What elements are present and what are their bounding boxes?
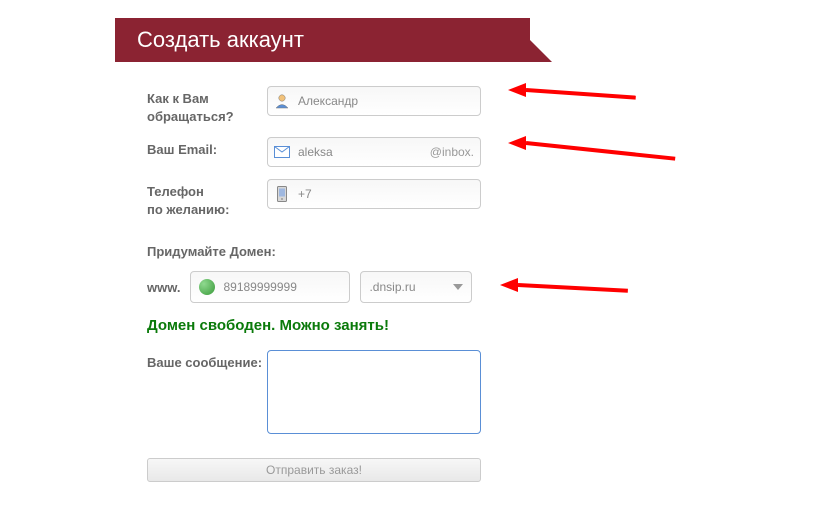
submit-button[interactable]: Отправить заказ!: [147, 458, 481, 482]
create-account-form: Как к Вам обращаться? Ваш Email: @inbox.…: [115, 86, 825, 482]
page-title: Создать аккаунт: [137, 27, 304, 53]
domain-section-title: Придумайте Домен:: [147, 244, 825, 259]
phone-row: Телефон по желанию:: [147, 179, 825, 218]
phone-label: Телефон по желанию:: [147, 179, 267, 218]
message-row: Ваше сообщение:: [147, 350, 825, 434]
submit-row: Отправить заказ!: [147, 458, 825, 482]
phone-field-wrap[interactable]: [267, 179, 481, 209]
tld-value: .dnsip.ru: [369, 280, 415, 294]
annotation-arrow-icon: [500, 280, 628, 290]
domain-input[interactable]: [223, 280, 341, 294]
domain-field-wrap[interactable]: [190, 271, 350, 303]
name-row: Как к Вам обращаться?: [147, 86, 825, 125]
message-textarea[interactable]: [267, 350, 481, 434]
tld-select[interactable]: .dnsip.ru: [360, 271, 472, 303]
www-prefix: www.: [147, 280, 180, 295]
domain-status: Домен свободен. Можно занять!: [147, 317, 825, 334]
message-label: Ваше сообщение:: [147, 350, 267, 372]
name-input[interactable]: [298, 94, 474, 108]
email-suffix: @inbox.: [430, 145, 474, 159]
globe-icon: [199, 279, 215, 295]
header-ribbon: Создать аккаунт: [115, 18, 530, 62]
email-row: Ваш Email: @inbox.: [147, 137, 825, 167]
phone-icon: [274, 186, 290, 202]
annotation-arrow-icon: [508, 138, 676, 148]
envelope-icon: [274, 144, 290, 160]
page: Создать аккаунт Как к Вам обращаться? Ва…: [0, 0, 825, 528]
email-label: Ваш Email:: [147, 137, 267, 159]
phone-input[interactable]: [298, 187, 474, 201]
name-field-wrap[interactable]: [267, 86, 481, 116]
domain-row: www. .dnsip.ru: [147, 271, 825, 303]
email-field-wrap[interactable]: @inbox.: [267, 137, 481, 167]
name-label: Как к Вам обращаться?: [147, 86, 267, 125]
user-icon: [274, 93, 290, 109]
chevron-down-icon: [453, 284, 463, 290]
annotation-arrow-icon: [508, 85, 636, 95]
email-input[interactable]: [298, 145, 430, 159]
